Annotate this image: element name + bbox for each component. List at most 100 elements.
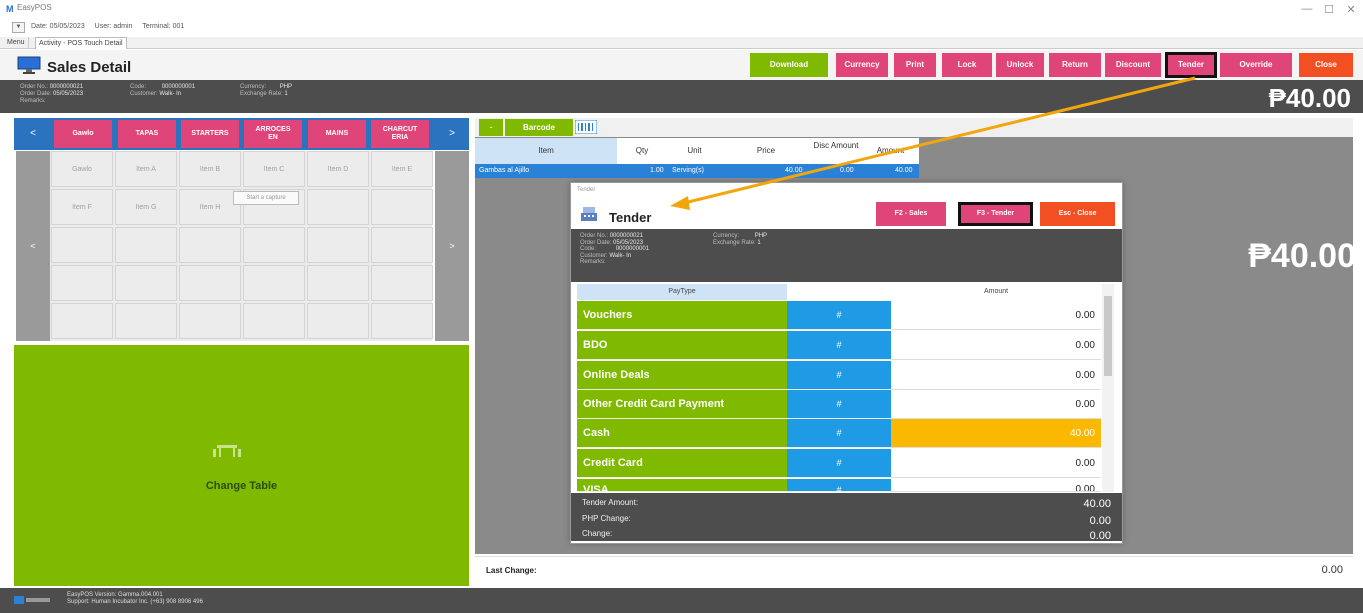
- category-tapas[interactable]: TAPAS: [118, 120, 176, 148]
- item-button[interactable]: [115, 303, 177, 339]
- barcode-icon[interactable]: [575, 120, 597, 134]
- item-button[interactable]: Item A: [115, 151, 177, 187]
- item-button[interactable]: [243, 303, 305, 339]
- scrollbar-thumb[interactable]: [1104, 296, 1112, 376]
- paytype-hash-button[interactable]: #: [787, 361, 891, 390]
- currency-button[interactable]: Currency: [836, 53, 888, 77]
- footer-support: Support: Human Incubator Inc. (+63) 908 …: [67, 599, 203, 605]
- minimize-button[interactable]: —: [1296, 3, 1318, 15]
- paytype-visa[interactable]: VISA: [577, 479, 787, 492]
- item-button[interactable]: [371, 303, 433, 339]
- col-item: Item: [475, 138, 617, 164]
- paytype-online-deals[interactable]: Online Deals: [577, 361, 787, 390]
- col-price: Price: [756, 146, 776, 155]
- f2-sales-button[interactable]: F2 - Sales: [876, 202, 946, 226]
- override-button[interactable]: Override: [1220, 53, 1292, 77]
- item-button[interactable]: [51, 303, 113, 339]
- category-gawlo[interactable]: Gawlo: [54, 120, 112, 148]
- item-button[interactable]: [307, 189, 369, 225]
- remove-line-button[interactable]: -: [479, 119, 503, 136]
- item-button[interactable]: [307, 265, 369, 301]
- item-button[interactable]: Item H: [179, 189, 241, 225]
- change-label: Change:: [582, 529, 613, 538]
- item-button[interactable]: [51, 265, 113, 301]
- item-button[interactable]: Item C: [243, 151, 305, 187]
- category-arroces-en[interactable]: ARROCES EN: [244, 120, 302, 148]
- item-button[interactable]: Item E: [371, 151, 433, 187]
- lock-button[interactable]: Lock: [942, 53, 992, 77]
- paytype-cash[interactable]: Cash: [577, 419, 787, 448]
- paytype-hash-button[interactable]: #: [787, 331, 891, 360]
- item-button[interactable]: Item B: [179, 151, 241, 187]
- pay-amount-input[interactable]: 0.00: [891, 331, 1101, 360]
- status-line: Date: 05/05/2023 User: admin Terminal: 0…: [31, 23, 192, 30]
- pay-amount-input-cash[interactable]: 40.00: [891, 419, 1101, 448]
- paytype-hash-button[interactable]: #: [787, 479, 891, 492]
- download-button[interactable]: Download: [750, 53, 828, 77]
- paytype-hash-button[interactable]: #: [787, 449, 891, 478]
- item-button[interactable]: [179, 265, 241, 301]
- item-button[interactable]: [179, 227, 241, 263]
- print-button[interactable]: Print: [894, 53, 936, 77]
- paytype-hash-button[interactable]: #: [787, 419, 891, 448]
- item-button[interactable]: Gawlo: [51, 151, 113, 187]
- category-prev-button[interactable]: <: [16, 118, 50, 150]
- change-table-button[interactable]: [14, 345, 469, 586]
- discount-button[interactable]: Discount: [1105, 53, 1161, 77]
- item-button[interactable]: Item F: [51, 189, 113, 225]
- item-button[interactable]: [371, 227, 433, 263]
- esc-close-button[interactable]: Esc - Close: [1040, 202, 1115, 226]
- item-button[interactable]: [179, 303, 241, 339]
- close-window-button[interactable]: ✕: [1340, 3, 1362, 16]
- item-button[interactable]: [307, 227, 369, 263]
- pay-amount-input[interactable]: 0.00: [891, 479, 1101, 492]
- barcode-button[interactable]: Barcode: [505, 119, 573, 136]
- pay-amount-input[interactable]: 0.00: [891, 390, 1101, 419]
- item-button[interactable]: [115, 227, 177, 263]
- category-next-button[interactable]: >: [435, 118, 469, 150]
- f3-tender-button[interactable]: F3 - Tender: [958, 202, 1033, 226]
- col-hash: [787, 284, 891, 300]
- paytype-hash-button[interactable]: #: [787, 390, 891, 419]
- return-button[interactable]: Return: [1049, 53, 1101, 77]
- status-user: User: admin: [94, 23, 133, 30]
- system-menu-dropdown[interactable]: ▼: [12, 22, 25, 33]
- capture-tooltip: Start a capture: [233, 191, 299, 205]
- item-button[interactable]: [115, 265, 177, 301]
- last-change-value: 0.00: [1321, 564, 1343, 576]
- tab-menu[interactable]: Menu: [4, 37, 29, 49]
- paytype-bdo[interactable]: BDO: [577, 331, 787, 360]
- item-button[interactable]: [243, 265, 305, 301]
- items-prev-button[interactable]: <: [16, 151, 50, 341]
- item-button[interactable]: Item D: [307, 151, 369, 187]
- tab-pos-touch-detail[interactable]: Activity - POS Touch Detail: [35, 37, 127, 49]
- monitor-icon: [17, 56, 41, 74]
- item-button[interactable]: [307, 303, 369, 339]
- item-button[interactable]: [371, 265, 433, 301]
- item-button[interactable]: [243, 227, 305, 263]
- status-date: Date: 05/05/2023: [31, 23, 85, 30]
- dialog-info-col-2: Currency: PHP Exchange Rate: 1: [713, 233, 768, 246]
- paytype-other-credit-card[interactable]: Other Credit Card Payment: [577, 390, 787, 419]
- pay-amount-input[interactable]: 0.00: [891, 301, 1101, 330]
- item-button[interactable]: [371, 189, 433, 225]
- php-change-label: PHP Change:: [582, 514, 631, 523]
- category-starters[interactable]: STARTERS: [181, 120, 239, 148]
- col-amount: Amount: [876, 146, 905, 155]
- paytype-credit-card[interactable]: Credit Card: [577, 449, 787, 478]
- maximize-button[interactable]: ☐: [1318, 3, 1340, 16]
- unlock-button[interactable]: Unlock: [996, 53, 1044, 77]
- paytype-vouchers[interactable]: Vouchers: [577, 301, 787, 330]
- paytype-hash-button[interactable]: #: [787, 301, 891, 330]
- item-button[interactable]: Item G: [115, 189, 177, 225]
- tender-button[interactable]: Tender: [1165, 52, 1217, 78]
- app-logo-icon: M: [6, 4, 14, 14]
- item-button[interactable]: [51, 227, 113, 263]
- close-button[interactable]: Close: [1299, 53, 1353, 77]
- pay-amount-input[interactable]: 0.00: [891, 449, 1101, 478]
- category-charcuteria[interactable]: CHARCUT ERIA: [371, 120, 429, 148]
- pay-amount-input[interactable]: 0.00: [891, 361, 1101, 390]
- category-mains[interactable]: MAINS: [308, 120, 366, 148]
- php-change-value: 0.00: [1089, 515, 1111, 527]
- items-next-button[interactable]: >: [435, 151, 469, 341]
